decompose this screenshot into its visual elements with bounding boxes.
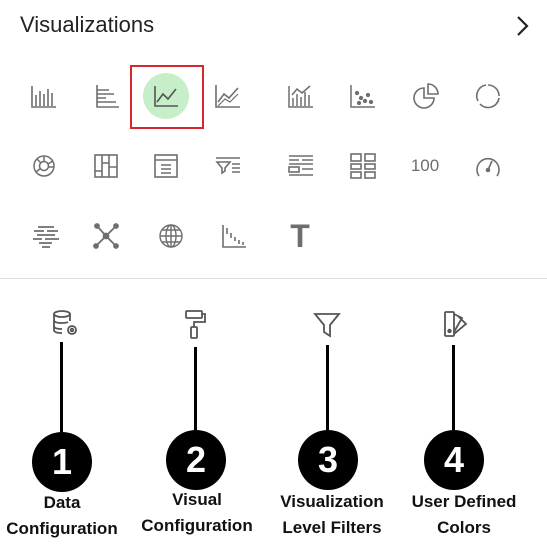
paint-roller-icon[interactable] xyxy=(180,308,210,340)
label-visualization-level-filters: Visualization Level Filters xyxy=(270,489,394,541)
label-line-1: Data xyxy=(43,493,81,512)
word-cloud-icon[interactable] xyxy=(30,220,62,252)
label-line-1: Visualization xyxy=(280,492,384,511)
label-user-defined-colors: User Defined Colors xyxy=(400,489,528,541)
pivot-table-icon[interactable] xyxy=(90,150,122,182)
label-line-1: User Defined xyxy=(411,492,517,511)
scatter-chart-icon[interactable] xyxy=(347,80,379,112)
grouped-list-icon[interactable] xyxy=(285,150,317,182)
chevron-right-icon[interactable] xyxy=(510,12,534,40)
tile-grid-icon[interactable] xyxy=(347,150,379,182)
callout-line-4 xyxy=(452,345,455,430)
filter-icon[interactable] xyxy=(312,308,342,340)
combo-chart-icon[interactable] xyxy=(285,80,317,112)
globe-map-icon[interactable] xyxy=(155,220,187,252)
database-gear-icon[interactable] xyxy=(50,308,80,340)
bar-chart-icon[interactable] xyxy=(28,80,60,112)
label-line-2: Configuration xyxy=(6,519,118,538)
label-line-1: Visual xyxy=(172,490,222,509)
callout-badge-4: 4 xyxy=(424,430,484,490)
line-chart-icon[interactable] xyxy=(150,80,182,112)
visualizations-title: Visualizations xyxy=(20,12,155,37)
callout-badge-2: 2 xyxy=(166,430,226,490)
callout-badge-1: 1 xyxy=(32,432,92,492)
filter-list-icon[interactable] xyxy=(212,150,244,182)
area-chart-icon[interactable] xyxy=(212,80,244,112)
color-palette-icon[interactable] xyxy=(440,308,470,340)
text-widget-icon[interactable]: T xyxy=(285,220,315,252)
horizontal-bar-chart-icon[interactable] xyxy=(92,80,124,112)
callout-line-2 xyxy=(194,347,197,432)
network-graph-icon[interactable] xyxy=(90,220,122,252)
kpi-number-icon[interactable]: 100 xyxy=(405,150,445,182)
label-line-2: Colors xyxy=(437,518,491,537)
callout-line-1 xyxy=(60,342,63,432)
label-data-configuration: Data Configuration xyxy=(0,490,124,542)
label-line-2: Level Filters xyxy=(282,518,382,537)
label-visual-configuration: Visual Configuration xyxy=(134,487,260,539)
donut-chart-icon[interactable] xyxy=(472,80,504,112)
section-divider xyxy=(0,278,547,279)
table-icon[interactable] xyxy=(150,150,182,182)
sunburst-chart-icon[interactable] xyxy=(28,150,60,182)
pie-chart-icon[interactable] xyxy=(410,80,442,112)
gauge-icon[interactable] xyxy=(472,150,504,182)
label-line-2: Configuration xyxy=(141,516,253,535)
waterfall-chart-icon[interactable] xyxy=(218,220,250,252)
callout-badge-3: 3 xyxy=(298,430,358,490)
callout-line-3 xyxy=(326,345,329,432)
